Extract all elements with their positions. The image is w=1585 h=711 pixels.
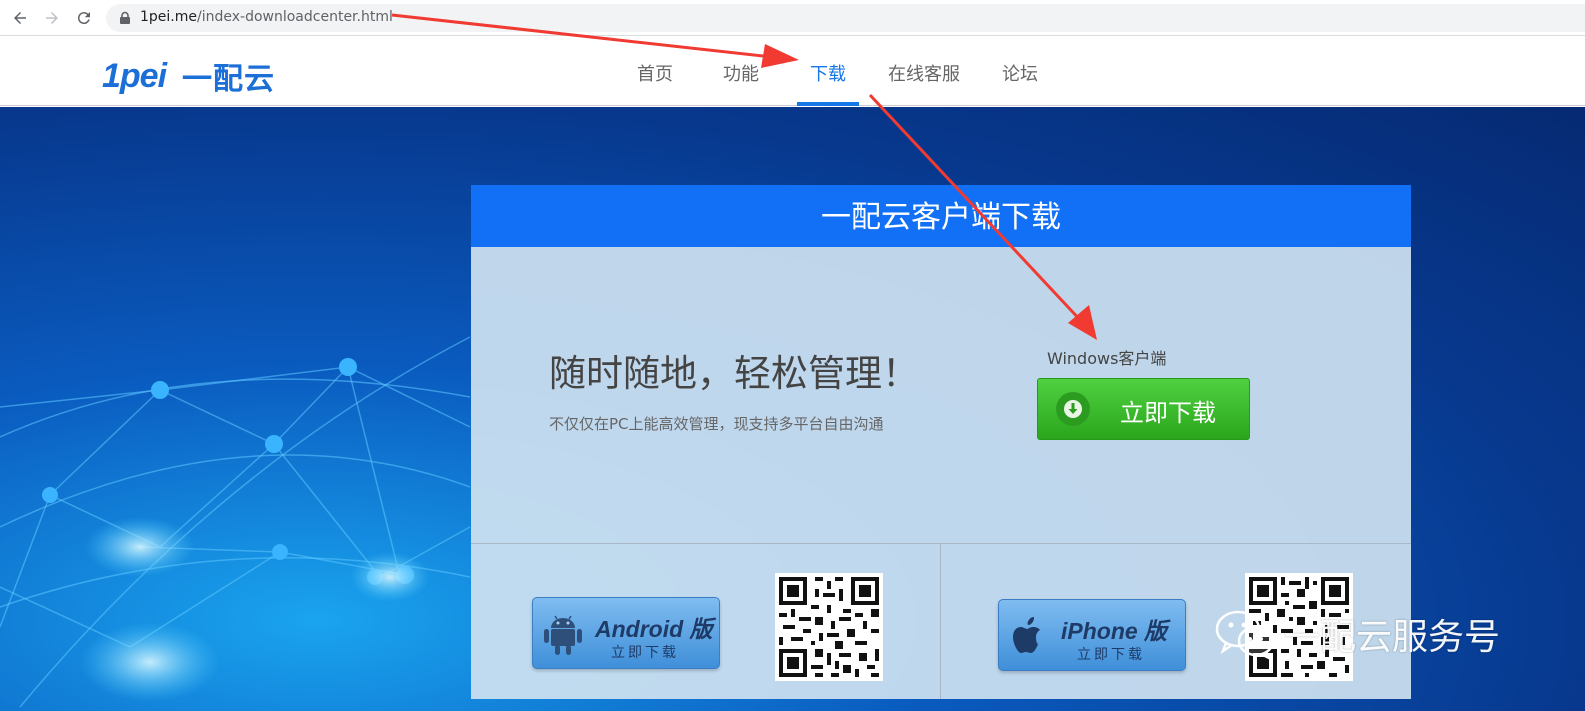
wechat-icon (1215, 610, 1275, 661)
browser-toolbar: 1pei.me/index-downloadcenter.html (0, 0, 1585, 36)
watermark-text: 一配云服务号 (1284, 617, 1501, 658)
iphone-download-button[interactable]: iPhone 版 立即下载 (998, 599, 1186, 671)
reload-icon[interactable] (72, 6, 96, 30)
nav-item-home[interactable]: 首页 (633, 37, 677, 106)
wechat-watermark: 一配云服务号 (1214, 604, 1500, 664)
nav-item-online-service[interactable]: 在线客服 (884, 37, 964, 106)
back-arrow-icon[interactable] (8, 6, 32, 30)
iphone-subtitle: 立即下载 (1077, 647, 1145, 663)
logo-text: 一配云 (182, 62, 276, 97)
windows-client-label: Windows客户端 (1047, 349, 1167, 368)
column-divider (940, 543, 941, 699)
iphone-title: iPhone 版 (1061, 618, 1168, 644)
android-subtitle: 立即下载 (611, 645, 679, 661)
forward-arrow-icon[interactable] (40, 6, 64, 30)
section-divider (471, 543, 1411, 544)
android-download-button[interactable]: Android 版 立即下载 (532, 597, 720, 669)
site-logo[interactable]: 1pei 一配云 (102, 53, 275, 99)
url-path: /index-downloadcenter.html (197, 9, 393, 25)
download-button-label: 立即下载 (1120, 399, 1216, 427)
apple-icon (1013, 617, 1040, 653)
android-qr-code (775, 573, 883, 681)
slogan-heading: 随时随地，轻松管理！ (549, 352, 919, 395)
android-icon (544, 615, 582, 655)
lock-icon (120, 11, 130, 24)
nav-item-download[interactable]: 下载 (797, 37, 859, 106)
site-header: 1pei 一配云 首页 功能 下载 在线客服 论坛 (0, 37, 1585, 106)
url-host: 1pei.me (140, 9, 197, 25)
slogan-subtext: 不仅仅在PC上能高效管理，现支持多平台自由沟通 (549, 415, 884, 433)
logo-mark: 1pei (102, 56, 167, 95)
nav-item-features[interactable]: 功能 (719, 37, 763, 106)
nav-item-forum[interactable]: 论坛 (998, 37, 1042, 106)
windows-download-button[interactable]: 立即下载 (1037, 378, 1250, 440)
download-arrow-icon (1056, 392, 1090, 426)
panel-title: 一配云客户端下载 (471, 185, 1411, 247)
url-text: 1pei.me/index-downloadcenter.html (140, 9, 393, 25)
android-title: Android 版 (595, 616, 713, 642)
address-bar[interactable]: 1pei.me/index-downloadcenter.html (106, 4, 1585, 32)
